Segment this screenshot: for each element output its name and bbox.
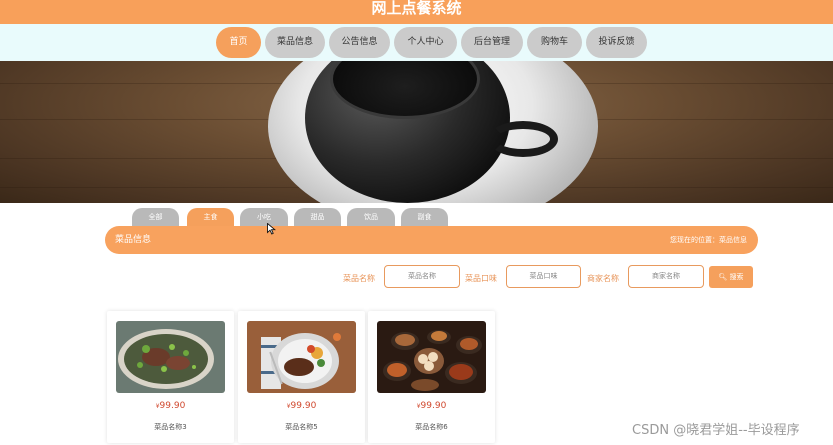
nav-item-cart[interactable]: 购物车 <box>527 27 582 58</box>
watermark: CSDN @晓君学姐--毕设程序 <box>632 423 800 438</box>
dish-name-label: 菜品名称 <box>343 274 375 283</box>
category-tab-side[interactable]: 副食 <box>401 208 448 228</box>
merchant-name-input[interactable]: 商家名称 <box>628 265 704 288</box>
nav-item-admin[interactable]: 后台管理 <box>461 27 523 58</box>
nav-item-home[interactable]: 首页 <box>216 27 261 58</box>
section-header: 菜品信息 您现在的位置：菜品信息 <box>105 226 758 254</box>
page: 网上点餐系统 首页 菜品信息 公告信息 个人中心 后台管理 购物车 投诉反馈 全… <box>0 0 833 445</box>
dish-taste-label: 菜品口味 <box>465 274 497 283</box>
site-title: 网上点餐系统 <box>0 0 833 24</box>
category-tab-drink[interactable]: 饮品 <box>347 208 395 228</box>
nav-item-dishes[interactable]: 菜品信息 <box>265 27 325 58</box>
search-button[interactable]: 🔍︎ 搜索 <box>709 266 753 288</box>
dish-name-input[interactable]: 菜品名称 <box>384 265 460 288</box>
category-tab-dessert[interactable]: 甜品 <box>294 208 341 228</box>
category-tab-all[interactable]: 全部 <box>132 208 179 228</box>
nav-item-feedback[interactable]: 投诉反馈 <box>586 27 647 58</box>
main-nav: 首页 菜品信息 公告信息 个人中心 后台管理 购物车 投诉反馈 <box>0 24 833 61</box>
product-image[interactable] <box>116 321 225 393</box>
product-name[interactable]: 菜品名称6 <box>368 422 495 432</box>
category-tab-staple[interactable]: 主食 <box>187 208 234 228</box>
product-card[interactable]: ¥99.90 菜品名称3 <box>107 311 234 443</box>
product-image[interactable] <box>377 321 486 393</box>
search-icon: 🔍︎ <box>718 273 728 281</box>
product-price: ¥99.90 <box>286 401 317 411</box>
search-button-label: 搜索 <box>729 273 744 281</box>
product-price: ¥99.90 <box>155 401 186 411</box>
product-card[interactable]: ¥99.90 菜品名称6 <box>368 311 495 443</box>
product-card[interactable]: ¥99.90 菜品名称5 <box>238 311 365 443</box>
product-name[interactable]: 菜品名称5 <box>238 422 365 432</box>
section-title: 菜品信息 <box>115 235 152 245</box>
nav-item-profile[interactable]: 个人中心 <box>394 27 457 58</box>
product-price: ¥99.90 <box>416 401 447 411</box>
product-name[interactable]: 菜品名称3 <box>107 422 234 432</box>
dish-taste-input[interactable]: 菜品口味 <box>506 265 581 288</box>
category-tab-snack[interactable]: 小吃 <box>240 208 288 228</box>
nav-item-notices[interactable]: 公告信息 <box>329 27 390 58</box>
breadcrumb: 您现在的位置：菜品信息 <box>670 236 747 244</box>
mouse-cursor-icon <box>267 223 276 235</box>
merchant-name-label: 商家名称 <box>587 274 619 283</box>
banner-carousel[interactable] <box>0 61 833 203</box>
banner-cup-handle <box>488 121 558 157</box>
product-image[interactable] <box>247 321 356 393</box>
